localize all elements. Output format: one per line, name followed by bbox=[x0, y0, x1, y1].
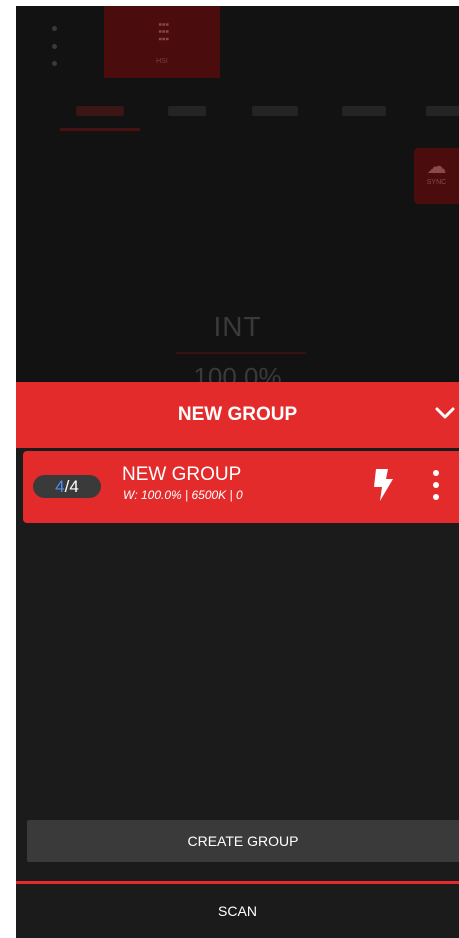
bg-intensity-value: 100.0% bbox=[193, 362, 282, 382]
count-current: 4 bbox=[55, 477, 65, 496]
bg-cloud-label: SYNC bbox=[426, 179, 447, 186]
background-screen: ⫶⫶⫶ HSI ☁ SYNC INT 100.0% bbox=[16, 6, 459, 382]
fixture-count-badge: 4/4 bbox=[33, 475, 101, 498]
bg-menu-icon bbox=[50, 26, 58, 66]
scan-button[interactable]: SCAN bbox=[16, 884, 459, 938]
bg-cloud-button: ☁ SYNC bbox=[414, 148, 459, 204]
count-total: 4 bbox=[69, 477, 79, 496]
bg-tab bbox=[426, 106, 459, 116]
sliders-icon: ⫶⫶⫶ bbox=[156, 18, 171, 48]
create-group-button[interactable]: CREATE GROUP bbox=[27, 820, 459, 862]
group-card[interactable]: 4/4 NEW GROUP W: 100.0% | 6500K | 0 bbox=[23, 451, 459, 523]
sheet-title: NEW GROUP bbox=[177, 404, 298, 425]
cloud-icon: ☁ bbox=[426, 156, 447, 178]
chevron-down-icon[interactable] bbox=[435, 405, 455, 421]
bg-tabs bbox=[56, 98, 459, 138]
group-name: NEW GROUP bbox=[122, 464, 242, 485]
bg-tab-underline bbox=[60, 128, 140, 131]
bg-tab bbox=[252, 106, 298, 116]
bg-mode-button: ⫶⫶⫶ HSI bbox=[104, 6, 220, 78]
bg-tab bbox=[76, 106, 124, 116]
bg-intensity-label: INT bbox=[213, 311, 262, 342]
bg-mode-label: HSI bbox=[156, 58, 168, 65]
app-screen: ⫶⫶⫶ HSI ☁ SYNC INT 100.0% NEW GROUP 4/4 … bbox=[16, 6, 459, 938]
group-settings-summary: W: 100.0% | 6500K | 0 bbox=[123, 488, 243, 502]
bg-intensity-line bbox=[176, 352, 306, 354]
sheet-header[interactable]: NEW GROUP bbox=[16, 382, 459, 448]
flash-icon[interactable] bbox=[371, 468, 395, 502]
bg-tab bbox=[168, 106, 206, 116]
bg-tab bbox=[342, 106, 386, 116]
kebab-menu-icon[interactable] bbox=[431, 470, 441, 500]
